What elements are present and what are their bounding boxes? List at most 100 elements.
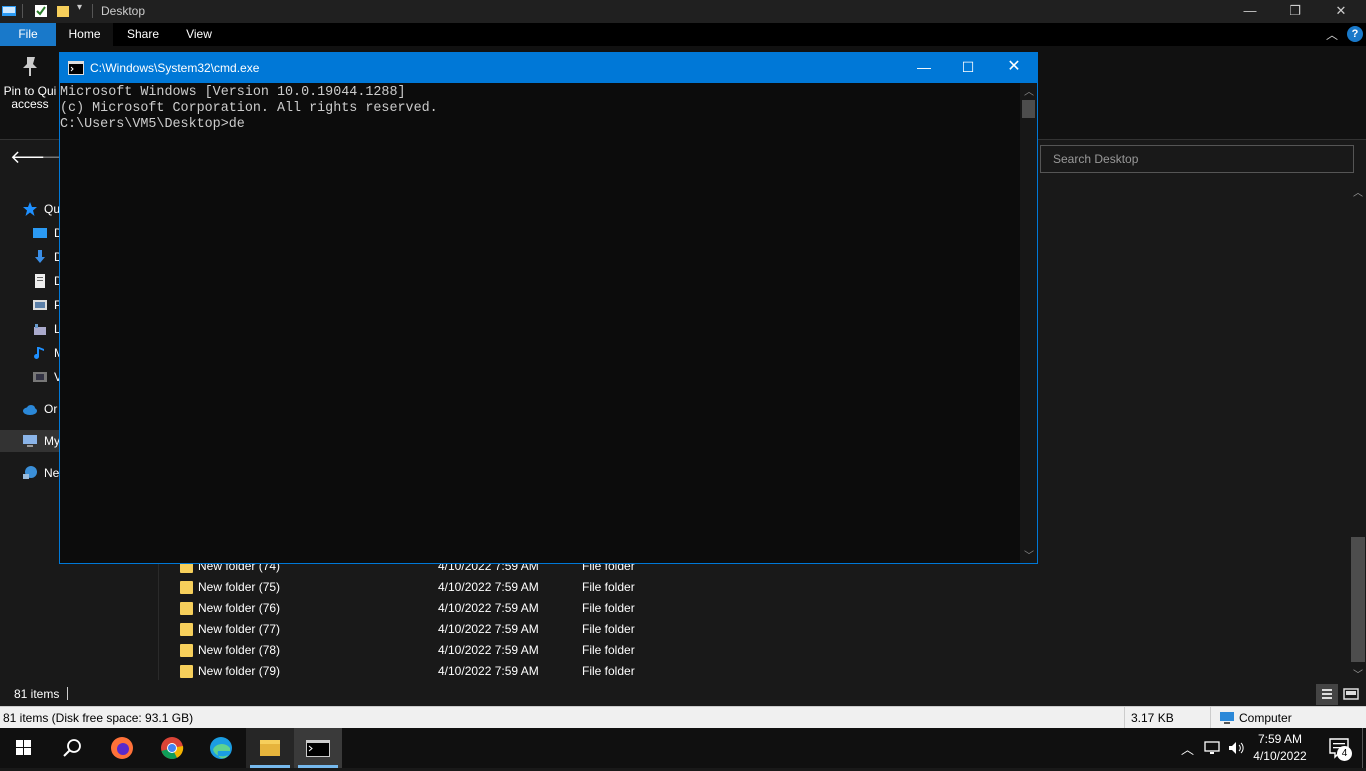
- windows-logo-icon: [16, 740, 31, 755]
- details-view-icon: [1322, 689, 1332, 699]
- sidebar-item-label: Or: [44, 402, 58, 416]
- firefox-button[interactable]: [98, 728, 146, 768]
- file-type: File folder: [582, 643, 635, 657]
- chrome-button[interactable]: [148, 728, 196, 768]
- sidebar-item-this-pc[interactable]: My: [22, 431, 60, 451]
- clock-time: 7:59 AM: [1257, 732, 1303, 746]
- file-date: 4/10/2022 7:59 AM: [438, 664, 539, 678]
- file-name: New folder (77): [198, 622, 281, 636]
- help-icon[interactable]: ?: [1347, 26, 1363, 42]
- edge-icon: [210, 737, 232, 759]
- file-date: 4/10/2022 7:59 AM: [438, 580, 539, 594]
- folder-icon: [180, 581, 193, 594]
- cmd-taskbar-button[interactable]: [294, 728, 342, 768]
- properties-icon[interactable]: [34, 4, 48, 18]
- taskbar: ︿ 7:59 AM 4/10/2022 4: [0, 728, 1366, 768]
- search-icon: [63, 739, 81, 757]
- file-type: File folder: [582, 601, 635, 615]
- star-icon: [23, 202, 37, 216]
- show-desktop-button[interactable]: [1362, 728, 1366, 768]
- chrome-icon: [161, 737, 184, 759]
- explorer-maximize-button[interactable]: ❐: [1272, 0, 1318, 23]
- table-row[interactable]: New folder (78) 4/10/2022 7:59 AM File f…: [160, 640, 1340, 661]
- file-date: 4/10/2022 7:59 AM: [438, 601, 539, 615]
- table-row[interactable]: New folder (75) 4/10/2022 7:59 AM File f…: [160, 577, 1340, 598]
- table-row[interactable]: New folder (76) 4/10/2022 7:59 AM File f…: [160, 598, 1340, 619]
- details-bar: 81 items (Disk free space: 93.1 GB) 3.17…: [0, 706, 1366, 729]
- tab-share[interactable]: Share: [113, 23, 173, 46]
- start-button[interactable]: [0, 728, 48, 768]
- file-name: New folder (76): [198, 601, 281, 615]
- cmd-icon: [306, 740, 330, 757]
- folder-icon: [260, 740, 280, 756]
- sidebar-item-label: Ne: [44, 466, 60, 480]
- edge-button[interactable]: [197, 728, 245, 768]
- customize-quick-access-chevron-icon[interactable]: ▾: [77, 2, 82, 13]
- details-view-button[interactable]: [1316, 684, 1338, 705]
- cmd-minimize-button[interactable]: —: [901, 53, 947, 83]
- new-folder-icon[interactable]: [56, 4, 70, 18]
- action-center-button[interactable]: 4: [1320, 728, 1360, 768]
- explorer-close-button[interactable]: ✕: [1318, 0, 1364, 23]
- tab-file[interactable]: File: [0, 23, 56, 46]
- computer-icon: [23, 435, 37, 447]
- videos-icon: [33, 372, 47, 382]
- table-row[interactable]: New folder (79) 4/10/2022 7:59 AM File f…: [160, 661, 1340, 682]
- tab-view[interactable]: View: [173, 23, 225, 46]
- cmd-app-icon: [68, 61, 84, 75]
- sidebar-item-libraries[interactable]: L: [32, 319, 61, 339]
- file-name: New folder (79): [198, 664, 281, 678]
- cmd-title: C:\Windows\System32\cmd.exe: [90, 61, 260, 75]
- network-tray-icon[interactable]: [1203, 740, 1221, 756]
- scroll-up-arrow-icon[interactable]: ︿: [1353, 184, 1363, 199]
- desktop-icon: [33, 228, 47, 238]
- pin-label-line2: access: [11, 97, 49, 111]
- cmd-maximize-button[interactable]: ☐: [945, 53, 991, 83]
- status-bar: 81 items: [0, 684, 1366, 705]
- cmd-close-button[interactable]: ✕: [991, 53, 1037, 83]
- file-name: New folder (78): [198, 643, 281, 657]
- sidebar-item-network[interactable]: Ne: [22, 463, 59, 483]
- console-line: Microsoft Windows [Version 10.0.19044.12…: [60, 85, 406, 100]
- console-line: (c) Microsoft Corporation. All rights re…: [60, 101, 438, 116]
- sidebar-item-quick-access[interactable]: Qu: [22, 199, 60, 219]
- volume-icon[interactable]: [1227, 740, 1245, 756]
- large-icons-view-button[interactable]: [1340, 684, 1362, 705]
- show-hidden-icons-chevron-icon[interactable]: ︿: [1181, 739, 1194, 758]
- pin-to-quick-access-button[interactable]: Pin to Qui access: [0, 54, 60, 111]
- scrollbar-thumb[interactable]: [1351, 537, 1365, 662]
- cmd-titlebar[interactable]: C:\Windows\System32\cmd.exe — ☐ ✕: [60, 53, 1037, 83]
- music-icon: [34, 347, 44, 359]
- firefox-icon: [111, 737, 133, 759]
- search-button[interactable]: [48, 728, 96, 768]
- cmd-console[interactable]: Microsoft Windows [Version 10.0.19044.12…: [60, 83, 1020, 563]
- sidebar-item-onedrive[interactable]: Or: [22, 399, 57, 419]
- file-name: New folder (75): [198, 580, 281, 594]
- scroll-down-arrow-icon[interactable]: ﹀: [1353, 666, 1363, 681]
- network-icon: [23, 466, 37, 479]
- search-input[interactable]: Search Desktop: [1040, 145, 1354, 173]
- scroll-down-arrow-icon[interactable]: ﹀: [1024, 547, 1034, 562]
- clock[interactable]: 7:59 AM 4/10/2022: [1252, 731, 1308, 765]
- sidebar-item-pictures[interactable]: P: [32, 295, 62, 315]
- folder-icon: [180, 602, 193, 615]
- collapse-ribbon-icon[interactable]: ︿: [1326, 26, 1338, 43]
- cmd-scrollbar[interactable]: ︿ ﹀: [1020, 83, 1037, 563]
- disk-free-space: 81 items (Disk free space: 93.1 GB): [3, 711, 194, 725]
- cmd-scrollbar-thumb[interactable]: [1022, 100, 1035, 118]
- file-type: File folder: [582, 622, 635, 636]
- clock-date: 4/10/2022: [1253, 749, 1307, 763]
- computer-icon: [1220, 712, 1234, 724]
- explorer-minimize-button[interactable]: —: [1227, 0, 1273, 23]
- tab-home[interactable]: Home: [56, 23, 113, 46]
- folder-icon: [180, 644, 193, 657]
- large-icons-view-icon: [1343, 688, 1359, 700]
- sidebar-item-videos[interactable]: V: [32, 367, 62, 387]
- table-row[interactable]: New folder (77) 4/10/2022 7:59 AM File f…: [160, 619, 1340, 640]
- command-prompt-window[interactable]: C:\Windows\System32\cmd.exe — ☐ ✕ Micros…: [59, 52, 1038, 564]
- file-explorer-taskbar-button[interactable]: [246, 728, 294, 768]
- scroll-up-arrow-icon[interactable]: ︿: [1024, 83, 1034, 98]
- documents-icon: [35, 274, 45, 288]
- console-prompt-line[interactable]: C:\Users\VM5\Desktop>de: [60, 117, 1020, 133]
- downloads-icon: [35, 250, 45, 263]
